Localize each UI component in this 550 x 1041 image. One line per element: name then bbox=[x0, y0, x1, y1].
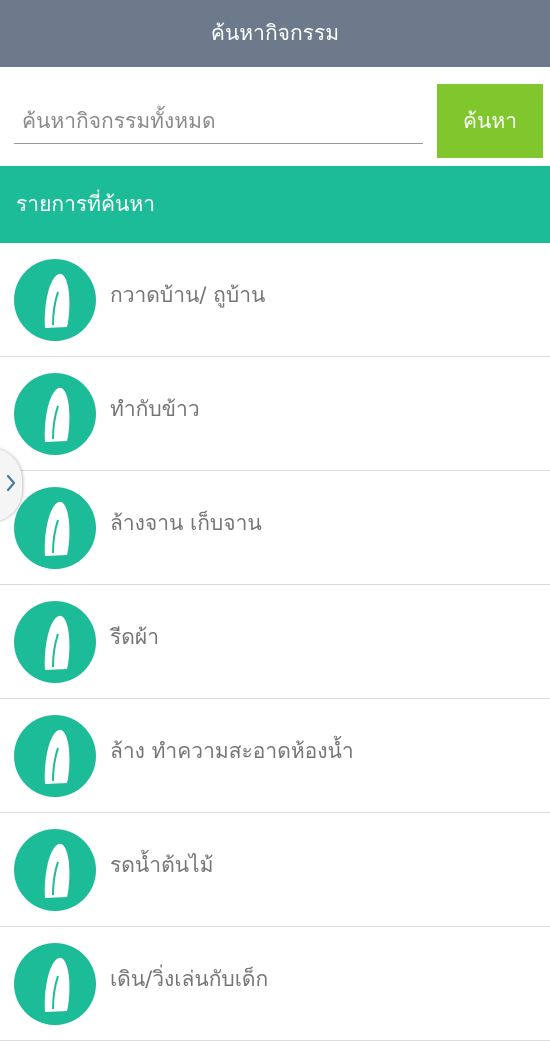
iron-icon bbox=[14, 601, 96, 683]
results-header: รายการที่ค้นหา bbox=[0, 166, 550, 243]
list-item[interactable]: ล้าง ทำความสะอาดห้องน้ำ bbox=[0, 699, 550, 813]
app-header: ค้นหากิจกรรม bbox=[0, 0, 550, 67]
iron-icon bbox=[14, 259, 96, 341]
iron-icon bbox=[14, 487, 96, 569]
search-button[interactable]: ค้นหา bbox=[437, 84, 543, 158]
iron-icon bbox=[14, 829, 96, 911]
list-item[interactable]: กวาดบ้าน/ ถูบ้าน bbox=[0, 243, 550, 357]
iron-icon bbox=[14, 943, 96, 1025]
list-item-label: เดิน/วิ่งเล่นกับเด็ก bbox=[110, 967, 269, 991]
list-item-label: ทำกับข้าว bbox=[110, 397, 200, 421]
activity-list: กวาดบ้าน/ ถูบ้าน ทำกับข้าว ล้างจาน เก็บจ… bbox=[0, 243, 550, 1041]
iron-icon bbox=[14, 373, 96, 455]
list-item[interactable]: ล้างจาน เก็บจาน bbox=[0, 471, 550, 585]
list-item[interactable]: ทำกับข้าว bbox=[0, 357, 550, 471]
list-item[interactable]: รดน้ำต้นไม้ bbox=[0, 813, 550, 927]
list-item-label: ล้างจาน เก็บจาน bbox=[110, 511, 262, 535]
list-item-label: ล้าง ทำความสะอาดห้องน้ำ bbox=[110, 739, 354, 763]
list-item-label: รดน้ำต้นไม้ bbox=[110, 853, 214, 877]
search-input[interactable] bbox=[14, 98, 423, 144]
list-item[interactable]: รีดผ้า bbox=[0, 585, 550, 699]
page-title: ค้นหากิจกรรม bbox=[210, 21, 340, 45]
iron-icon bbox=[14, 715, 96, 797]
list-item[interactable]: เดิน/วิ่งเล่นกับเด็ก bbox=[0, 927, 550, 1041]
results-header-label: รายการที่ค้นหา bbox=[16, 192, 156, 216]
list-item-label: รีดผ้า bbox=[110, 625, 160, 649]
chevron-right-icon bbox=[6, 474, 16, 496]
list-item-label: กวาดบ้าน/ ถูบ้าน bbox=[110, 283, 266, 307]
